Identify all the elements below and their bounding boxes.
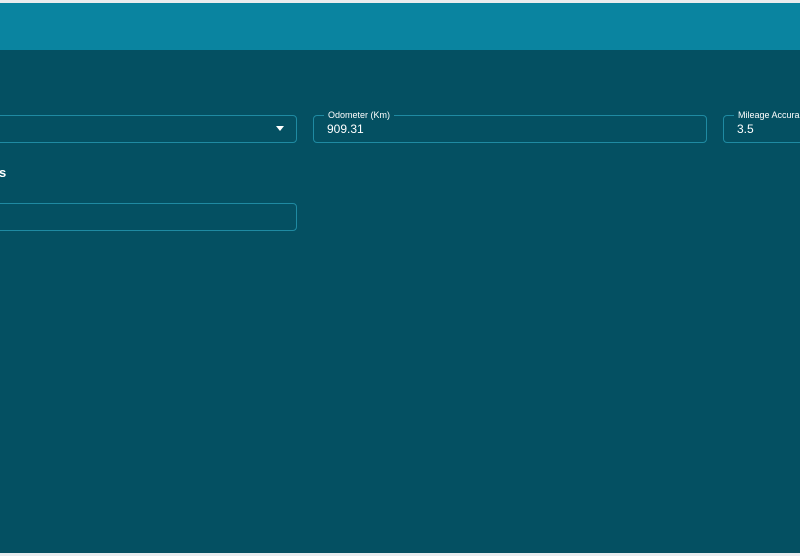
- section-heading: s: [0, 165, 7, 180]
- odometer-value: 909.31: [327, 122, 364, 136]
- vehicle-details-panel: Odometer (Km) 909.31 Mileage Accura 3.5 …: [0, 3, 800, 553]
- caret-down-icon[interactable]: [276, 126, 284, 131]
- panel-header: [0, 3, 800, 50]
- odometer-label: Odometer (Km): [324, 108, 395, 122]
- mileage-accuracy-field[interactable]: Mileage Accura 3.5: [723, 108, 800, 143]
- text-input-field[interactable]: [0, 203, 297, 231]
- odometer-field[interactable]: Odometer (Km) 909.31: [313, 108, 707, 143]
- mileage-accuracy-label: Mileage Accura: [734, 108, 800, 122]
- vehicle-select-field[interactable]: [0, 115, 297, 143]
- mileage-accuracy-value: 3.5: [737, 122, 754, 136]
